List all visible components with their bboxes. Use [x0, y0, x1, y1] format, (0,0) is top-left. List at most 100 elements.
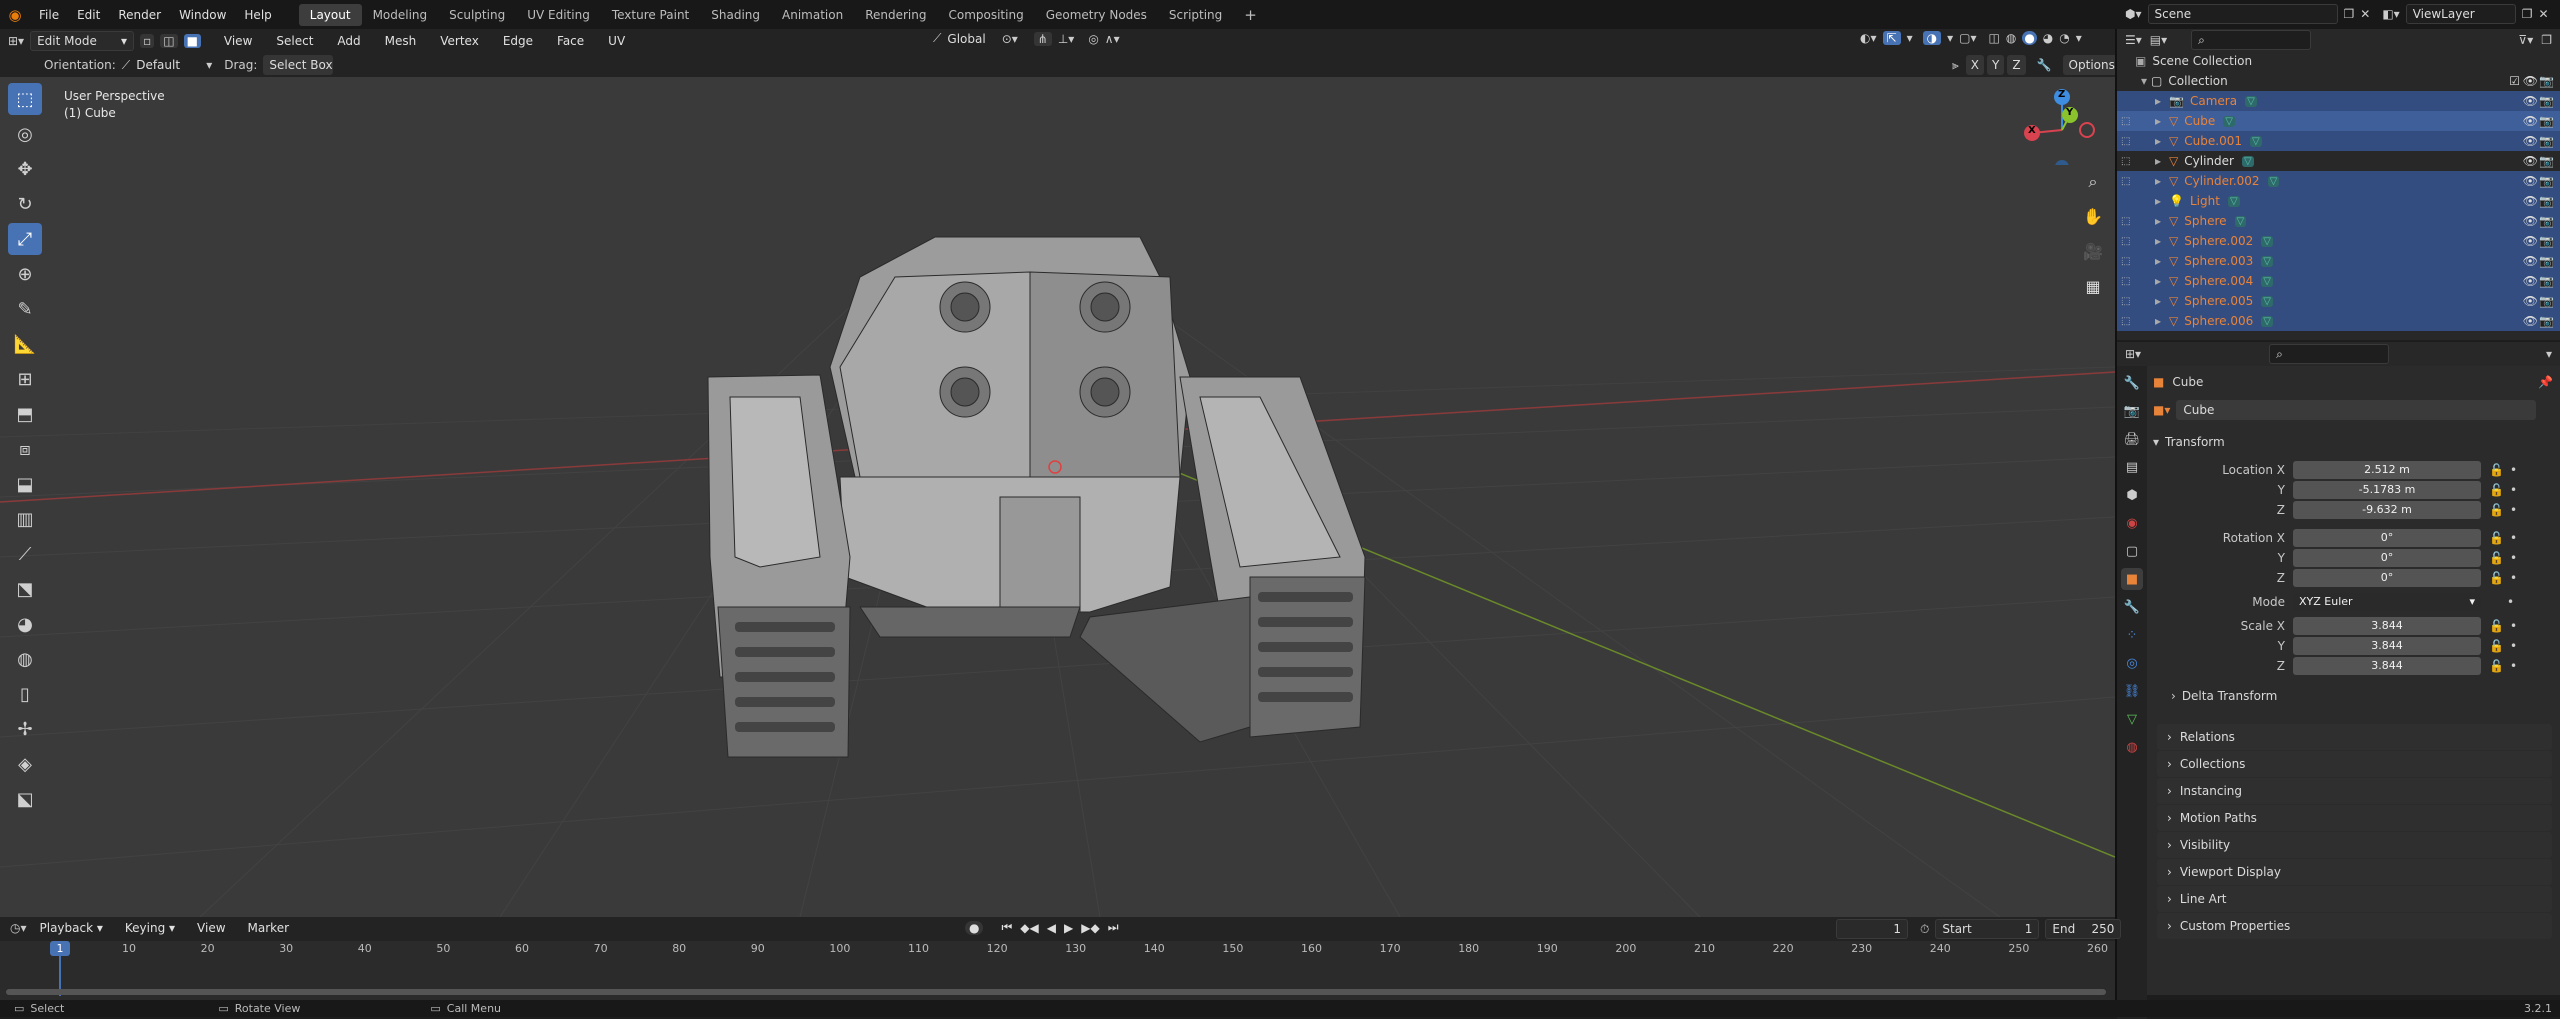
exclude-checkbox-icon[interactable]: ☑: [2509, 74, 2520, 88]
expand-arrow-icon[interactable]: ▸: [2155, 154, 2161, 168]
next-keyframe-icon[interactable]: ▶◆: [1081, 921, 1099, 935]
shear-icon[interactable]: ✢: [8, 713, 42, 745]
mirror-z-toggle[interactable]: Z: [2007, 55, 2026, 75]
eye-icon[interactable]: 👁: [2523, 294, 2538, 308]
expand-arrow-icon[interactable]: ▸: [2155, 274, 2161, 288]
rotate-icon[interactable]: ↻: [8, 188, 42, 220]
rotation-mode-dropdown[interactable]: XYZ Euler ▾: [2293, 592, 2481, 611]
tab-geometry-nodes[interactable]: Geometry Nodes: [1035, 4, 1158, 26]
data-icon[interactable]: ▽: [2234, 215, 2247, 227]
outliner-item-sphere-004[interactable]: ⬚ ▸ ▽ Sphere.004 ▽ 👁 📷: [2117, 271, 2560, 291]
vp-menu-uv[interactable]: UV: [599, 34, 634, 48]
tab-shading[interactable]: Shading: [700, 4, 771, 26]
render-camera-icon[interactable]: 📷: [2539, 134, 2554, 148]
outliner-item-label[interactable]: Sphere.006: [2184, 314, 2253, 328]
vp-menu-view[interactable]: View: [215, 34, 261, 48]
data-icon[interactable]: ▽: [2223, 115, 2235, 127]
object-name-field[interactable]: Cube: [2176, 400, 2537, 420]
vp-menu-add[interactable]: Add: [328, 34, 369, 48]
eye-icon[interactable]: 👁: [2523, 74, 2538, 88]
overlay-options-icon[interactable]: ▾: [1947, 31, 1953, 45]
properties-editor-icon[interactable]: ⊞▾: [2125, 347, 2141, 361]
add-workspace-button[interactable]: +: [1233, 4, 1268, 26]
outliner-item-label[interactable]: Cube: [2184, 114, 2215, 128]
view-object-types-icon[interactable]: ◐▾: [1860, 31, 1877, 45]
tab-scripting[interactable]: Scripting: [1158, 4, 1233, 26]
menu-render[interactable]: Render: [109, 8, 170, 22]
rotation-x-field[interactable]: 0°: [2293, 528, 2481, 547]
rip-icon[interactable]: ⬕: [8, 783, 42, 815]
timeline-menu-playback[interactable]: Playback ▾: [31, 921, 112, 935]
outliner-item-sphere-006[interactable]: ⬚ ▸ ▽ Sphere.006 ▽ 👁 📷: [2117, 311, 2560, 331]
timeline-menu-marker[interactable]: Marker: [239, 921, 298, 935]
vp-menu-face[interactable]: Face: [548, 34, 593, 48]
properties-search[interactable]: ⌕: [2269, 344, 2390, 364]
vp-menu-select[interactable]: Select: [267, 34, 322, 48]
record-icon[interactable]: ●: [965, 920, 984, 935]
collection-tab-icon[interactable]: ▢: [2121, 540, 2143, 562]
panel-instancing[interactable]: › Instancing: [2157, 778, 2552, 804]
outliner-item-label[interactable]: Light: [2190, 194, 2220, 208]
outliner-item-cylinder[interactable]: ⬚ ▸ ▽ Cylinder ▽ 👁 📷: [2117, 151, 2560, 171]
end-frame-field[interactable]: End 250: [2045, 919, 2122, 939]
expand-arrow-icon[interactable]: ▸: [2155, 114, 2161, 128]
eye-icon[interactable]: 👁: [2523, 194, 2538, 208]
delta-transform-panel[interactable]: Delta Transform: [2182, 689, 2278, 703]
solid-shading-icon[interactable]: ●: [2022, 31, 2037, 45]
render-camera-icon[interactable]: 📷: [2539, 154, 2554, 168]
bevel-icon[interactable]: ⬓: [8, 468, 42, 500]
transform-panel-title[interactable]: Transform: [2165, 435, 2225, 449]
data-icon[interactable]: ▽: [2227, 195, 2240, 207]
face-select-icon[interactable]: ■: [183, 34, 201, 48]
eye-icon[interactable]: 👁: [2523, 174, 2538, 188]
timeline-track[interactable]: 10 20 30 40 50 60 70 80 90 100 110 120 130 140 150 160 1…: [0, 941, 2115, 1000]
transform-expand-icon[interactable]: ▾: [2153, 435, 2159, 449]
scene-field[interactable]: Scene: [2147, 4, 2338, 24]
constraints-tab-icon[interactable]: ⛓: [2121, 680, 2143, 702]
outliner-item-cylinder-002[interactable]: ⬚ ▸ ▽ Cylinder.002 ▽ 👁 📷: [2117, 171, 2560, 191]
keyframe-dot-icon[interactable]: •: [2507, 595, 2514, 609]
tab-animation[interactable]: Animation: [771, 4, 854, 26]
spin-icon[interactable]: ◕: [8, 608, 42, 640]
scene-tab-icon[interactable]: ⬢: [2121, 484, 2143, 506]
timeline-scrollbar[interactable]: [6, 989, 2106, 995]
outliner-item-sphere[interactable]: ⬚ ▸ ▽ Sphere ▽ 👁 📷: [2117, 211, 2560, 231]
edit-mode-toggle-icon[interactable]: ⬚: [2121, 236, 2141, 247]
modifier-tab-icon[interactable]: 🔧: [2121, 596, 2143, 618]
eye-icon[interactable]: 👁: [2523, 234, 2538, 248]
lock-icon[interactable]: 🔓: [2489, 659, 2504, 673]
data-tab-icon[interactable]: ▽: [2121, 708, 2143, 730]
data-icon[interactable]: ▽: [2245, 95, 2257, 107]
move-icon[interactable]: ✥: [8, 153, 42, 185]
snap-options-icon[interactable]: ⊥▾: [1058, 32, 1074, 46]
tab-modeling[interactable]: Modeling: [362, 4, 439, 26]
panel-line-art[interactable]: › Line Art: [2157, 886, 2552, 912]
rendered-shading-icon[interactable]: ◔: [2059, 31, 2069, 45]
lock-icon[interactable]: 🔓: [2489, 619, 2504, 633]
transform-icon[interactable]: ⊕: [8, 258, 42, 290]
render-camera-icon[interactable]: 📷: [2539, 94, 2554, 108]
expand-arrow-icon[interactable]: ▸: [2155, 294, 2161, 308]
chevron-right-icon[interactable]: ›: [2171, 689, 2176, 703]
transform-orientation-icon[interactable]: ⟋: [933, 31, 941, 46]
extrude-icon[interactable]: ⬒: [8, 398, 42, 430]
outliner-item-cube[interactable]: ⬚ ▸ ▽ Cube ▽ 👁 📷: [2117, 111, 2560, 131]
material-tab-icon[interactable]: ◍: [2121, 736, 2143, 758]
jump-start-icon[interactable]: ⏮: [1001, 920, 1012, 935]
panel-motion-paths[interactable]: › Motion Paths: [2157, 805, 2552, 831]
scene-icon[interactable]: ⬢▾: [2125, 7, 2142, 21]
object-tab-icon[interactable]: ■: [2121, 568, 2143, 590]
outliner-search[interactable]: ⌕: [2191, 30, 2312, 50]
data-icon[interactable]: ▽: [2267, 175, 2280, 187]
outliner-item-label[interactable]: Sphere: [2184, 214, 2226, 228]
outliner-item-label[interactable]: Sphere.002: [2184, 234, 2253, 248]
tab-rendering[interactable]: Rendering: [854, 4, 937, 26]
to-sphere-icon[interactable]: ◈: [8, 748, 42, 780]
eye-icon[interactable]: 👁: [2523, 274, 2538, 288]
rotation-z-field[interactable]: 0°: [2293, 568, 2481, 587]
render-camera-icon[interactable]: 📷: [2539, 234, 2554, 248]
lock-icon[interactable]: 🔓: [2489, 463, 2504, 477]
render-camera-icon[interactable]: 📷: [2539, 294, 2554, 308]
keyframe-dot-icon[interactable]: •: [2510, 463, 2517, 477]
display-mode-icon[interactable]: ▤▾: [2150, 33, 2167, 47]
